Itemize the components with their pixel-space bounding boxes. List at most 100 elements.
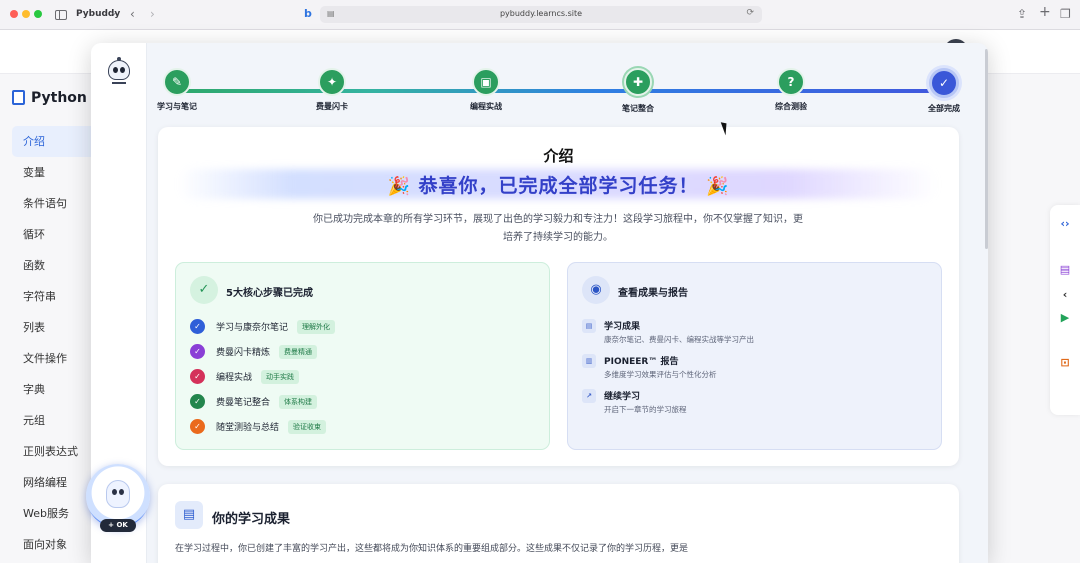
sparkle-icon: ✦ (318, 68, 346, 96)
step-label: 综合测验 (775, 102, 807, 111)
check-icon: ✓ (190, 319, 205, 334)
search-engine-icon[interactable]: b (304, 7, 312, 20)
nav-item[interactable]: 字符串 (12, 281, 102, 312)
step-label: 编程实战 (470, 102, 502, 111)
trend-up-icon: ↗ (582, 389, 596, 403)
question-icon: ? (777, 68, 805, 96)
document-icon: ▤ (175, 501, 203, 529)
report-link-title: PIONEER™ 报告 (604, 357, 679, 367)
intro-card: 介绍 🎉 恭喜你，已完成全部学习任务！ 🎉 你已成功完成本章的所有学习环节，展现… (158, 127, 959, 466)
sidebar-toggle-icon[interactable] (55, 10, 67, 20)
nav-item[interactable]: 函数 (12, 250, 102, 281)
report-link-desc: 开启下一章节的学习旅程 (604, 405, 687, 414)
notes-icon[interactable]: ▤ (1057, 263, 1073, 276)
task-name: 学习与康奈尔笔记 (216, 323, 289, 333)
collapse-chevron-icon[interactable]: ‹ (1057, 288, 1073, 301)
address-bar[interactable]: ▤ pybuddy.learncs.site ⟳ (320, 6, 762, 23)
step-4[interactable]: ✚ 笔记整合 (598, 68, 678, 114)
completed-task: ✓ 编程实战 动手实践 (190, 369, 300, 384)
task-tag: 理解外化 (297, 319, 336, 334)
task-name: 编程实战 (216, 373, 253, 383)
report-panel: ◉ 查看成果与报告 ▤ 学习成果康奈尔笔记、费曼闪卡、编程实战等学习产出 ▥ PION… (567, 262, 942, 450)
code-icon[interactable]: ‹› (1057, 217, 1073, 230)
nav-item[interactable]: 介绍 (12, 126, 102, 157)
nav-item[interactable]: 面向对象 (12, 529, 102, 560)
step-5[interactable]: ? 综合测验 (751, 68, 831, 112)
bar-chart-icon: ▥ (582, 354, 596, 368)
step-3[interactable]: ▣ 编程实战 (446, 68, 526, 112)
completed-task: ✓ 费曼笔记整合 体系构建 (190, 394, 318, 409)
task-tag: 验证收束 (288, 419, 327, 434)
robot-logo-icon (107, 57, 131, 85)
nav-item[interactable]: 变量 (12, 157, 102, 188)
forward-button[interactable]: › (150, 7, 155, 21)
check-icon: ✓ (190, 419, 205, 434)
panel-title: 5大核心步骤已完成 (226, 288, 313, 299)
nav-item[interactable]: 循环 (12, 219, 102, 250)
nav-item[interactable]: 文件操作 (12, 343, 102, 374)
party-popper-icon: 🎉 (706, 176, 730, 197)
minimize-window-button[interactable] (22, 10, 30, 18)
close-window-button[interactable] (10, 10, 18, 18)
right-toolbar: ‹› ▤ ‹ ▶ ⊡ (1050, 205, 1080, 415)
scrollbar[interactable] (985, 49, 988, 249)
zoom-window-button[interactable] (34, 10, 42, 18)
intro-description: 你已成功完成本章的所有学习环节，展现了出色的学习毅力和专注力！这段学习旅程中，你… (313, 214, 803, 243)
nav-item[interactable]: 正则表达式 (12, 436, 102, 467)
completed-task: ✓ 费曼闪卡精炼 费曼精通 (190, 344, 318, 359)
achievements-title: 你的学习成果 (212, 512, 291, 527)
edit-icon: ✎ (163, 68, 191, 96)
report-link-title: 继续学习 (604, 392, 641, 402)
clipboard-icon: ▤ (582, 319, 596, 333)
code-window-icon: ▣ (472, 68, 500, 96)
step-1[interactable]: ✎ 学习与笔记 (137, 68, 217, 112)
browser-toolbar: Pybuddy ⌄ ‹ › b ▤ pybuddy.learncs.site ⟳… (0, 0, 1080, 30)
book-icon (12, 89, 25, 105)
share-icon[interactable]: ⇪ (1017, 7, 1027, 21)
report-link-desc: 多维度学习效果评估与个性化分析 (604, 370, 717, 379)
congrats-headline: 🎉 恭喜你，已完成全部学习任务！ 🎉 (158, 171, 959, 198)
completed-task: ✓ 随堂测验与总结 验证收束 (190, 419, 327, 434)
url-text: pybuddy.learncs.site (499, 9, 583, 18)
step-label: 费曼闪卡 (316, 102, 348, 111)
headline-text: 恭喜你，已完成全部学习任务！ (418, 175, 699, 197)
play-icon[interactable]: ▶ (1057, 311, 1073, 324)
task-name: 随堂测验与总结 (216, 423, 280, 433)
completed-task: ✓ 学习与康奈尔笔记 理解外化 (190, 319, 336, 334)
check-icon: ✓ (190, 344, 205, 359)
nav-item[interactable]: 条件语句 (12, 188, 102, 219)
step-label: 学习与笔记 (157, 102, 197, 111)
check-circle-icon: ✓ (929, 68, 959, 98)
check-icon: ✓ (190, 394, 205, 409)
task-name: 费曼笔记整合 (216, 398, 271, 408)
task-tag: 费曼精通 (279, 344, 318, 359)
chevron-down-icon[interactable]: ⌄ (110, 8, 118, 18)
task-tag: 体系构建 (279, 394, 318, 409)
step-label: 全部完成 (928, 104, 960, 113)
robot-assistant-icon[interactable]: ⊡ (1057, 356, 1073, 369)
report-link-desc: 康奈尔笔记、费曼闪卡、编程实战等学习产出 (604, 335, 754, 344)
nav-item[interactable]: 元组 (12, 405, 102, 436)
completion-modal: ✎ 学习与笔记 ✦ 费曼闪卡 ▣ 编程实战 ✚ 笔记整合? 综合测验 ✓ 全部完成 介绍 🎉 恭喜你… (91, 43, 988, 563)
step-2[interactable]: ✦ 费曼闪卡 (292, 68, 372, 112)
task-name: 费曼闪卡精炼 (216, 348, 271, 358)
task-tag: 动手实践 (261, 369, 300, 384)
achievements-card: ▤ 你的学习成果 在学习过程中，你已创建了丰富的学习产出，这些都将成为你知识体系… (158, 484, 959, 563)
nav-item[interactable]: 列表 (12, 312, 102, 343)
new-tab-icon[interactable]: + (1039, 5, 1051, 19)
check-icon: ✓ (190, 369, 205, 384)
tab-overview-icon[interactable]: ❐ (1060, 7, 1071, 21)
card-title: 介绍 (543, 147, 574, 165)
panel-title: 查看成果与报告 (618, 288, 688, 299)
assistant-status-badge[interactable]: + OK (100, 519, 136, 532)
completed-steps-panel: ✓ 5大核心步骤已完成 ✓ 学习与康奈尔笔记 理解外化 ✓ 费曼闪卡精炼 费曼精通 ✓ 编程实… (175, 262, 550, 450)
party-popper-icon: 🎉 (387, 176, 411, 197)
nav-item[interactable]: 字典 (12, 374, 102, 405)
back-button[interactable]: ‹ (130, 7, 135, 21)
report-link-title: 学习成果 (604, 322, 641, 332)
eye-icon: ◉ (582, 276, 610, 304)
step-6[interactable]: ✓ 全部完成 (904, 68, 984, 114)
puzzle-icon: ✚ (624, 68, 652, 96)
check-circle-icon: ✓ (190, 276, 218, 304)
reload-icon[interactable]: ⟳ (746, 8, 754, 18)
